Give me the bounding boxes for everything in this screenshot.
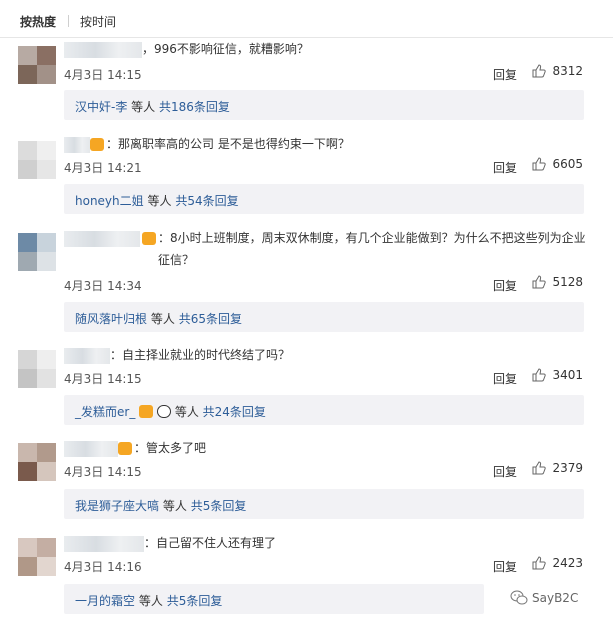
- username-blurred[interactable]: [64, 137, 90, 153]
- like-button[interactable]: 2423: [532, 556, 583, 570]
- reply-mid: 等人: [162, 499, 187, 513]
- reply-button[interactable]: 回复: [493, 66, 517, 83]
- comment-text: ：自己留不住人还有理了: [144, 536, 277, 550]
- reply-summary[interactable]: honeyh二姐 等人 共54条回复: [64, 184, 584, 214]
- like-button[interactable]: 6605: [532, 157, 583, 171]
- reply-user[interactable]: 汉中奸-李: [75, 100, 127, 114]
- comment-text: ，996不影响征信，就糟影响？: [142, 42, 309, 56]
- reply-user[interactable]: honeyh二姐: [75, 194, 144, 208]
- thumbs-up-icon: [532, 368, 547, 382]
- thumbs-up-icon: [532, 157, 547, 171]
- like-button[interactable]: 3401: [532, 368, 583, 382]
- reply-summary[interactable]: 随风落叶归根 等人 共65条回复: [64, 302, 584, 332]
- comment-time: 4月3日 14:15: [64, 465, 142, 479]
- comment-time: 4月3日 14:15: [64, 68, 142, 82]
- reply-mid: 等人: [131, 100, 156, 114]
- reply-summary[interactable]: _发糕而er_ 等人 共24条回复: [64, 395, 584, 425]
- reply-count[interactable]: 共186条回复: [159, 100, 230, 114]
- like-button[interactable]: 2379: [532, 461, 583, 475]
- username-blurred[interactable]: [64, 231, 140, 247]
- like-button[interactable]: 8312: [532, 64, 583, 78]
- comment-text: ：自主择业就业的时代终结了吗？: [110, 348, 291, 362]
- like-count: 2379: [552, 461, 583, 475]
- avatar[interactable]: [18, 538, 56, 576]
- thumbs-up-icon: [532, 64, 547, 78]
- like-count: 5128: [552, 275, 583, 289]
- reply-summary[interactable]: 一月的霜空 等人 共5条回复: [64, 584, 484, 614]
- comment-time: 4月3日 14:15: [64, 372, 142, 386]
- reply-user[interactable]: 我是狮子座大嗃: [75, 499, 159, 513]
- like-count: 6605: [552, 157, 583, 171]
- reply-user[interactable]: _发糕而er_: [75, 405, 135, 419]
- username-blurred[interactable]: [64, 536, 144, 552]
- comment-text: ：8小时上班制度，周末双休制度，有几个企业能做到？为什么不把这些列为企业征信？: [158, 231, 586, 267]
- thumbs-up-icon: [532, 275, 547, 289]
- comment-text: ：管太多了吧: [134, 441, 207, 455]
- sort-tabs: 按热度 按时间: [0, 0, 613, 38]
- reply-count[interactable]: 共5条回复: [191, 499, 247, 513]
- vip-badge-icon: [139, 405, 154, 418]
- comment-time: 4月3日 14:16: [64, 560, 142, 574]
- comment-time: 4月3日 14:21: [64, 161, 142, 175]
- reply-button[interactable]: 回复: [493, 370, 517, 387]
- reply-count[interactable]: 共54条回复: [175, 194, 238, 208]
- avatar[interactable]: [18, 233, 56, 271]
- avatar[interactable]: [18, 350, 56, 388]
- comment-text: ：那离职率高的公司 是不是也得约束一下啊？: [106, 137, 350, 151]
- username-blurred[interactable]: [64, 441, 118, 457]
- watermark-text: SayB2C: [532, 591, 579, 605]
- panda-icon: [156, 405, 171, 418]
- tab-by-popularity[interactable]: 按热度: [20, 13, 56, 30]
- like-button[interactable]: 5128: [532, 275, 583, 289]
- reply-summary[interactable]: 我是狮子座大嗃 等人 共5条回复: [64, 489, 584, 519]
- avatar[interactable]: [18, 443, 56, 481]
- wechat-icon: [510, 590, 528, 605]
- vip-badge-icon: [118, 442, 132, 455]
- reply-count[interactable]: 共24条回复: [203, 405, 266, 419]
- username-blurred[interactable]: [64, 42, 142, 58]
- tab-divider: [68, 15, 69, 27]
- reply-mid: 等人: [174, 405, 199, 419]
- username-blurred[interactable]: [64, 348, 110, 364]
- thumbs-up-icon: [532, 556, 547, 570]
- reply-mid: 等人: [150, 312, 175, 326]
- tab-by-time[interactable]: 按时间: [80, 13, 116, 30]
- vip-badge-icon: [90, 138, 104, 151]
- reply-mid: 等人: [138, 594, 163, 608]
- reply-button[interactable]: 回复: [493, 277, 517, 294]
- like-count: 8312: [552, 64, 583, 78]
- reply-count[interactable]: 共65条回复: [179, 312, 242, 326]
- reply-user[interactable]: 随风落叶归根: [75, 312, 147, 326]
- avatar[interactable]: [18, 46, 56, 84]
- thumbs-up-icon: [532, 461, 547, 475]
- reply-summary[interactable]: 汉中奸-李 等人 共186条回复: [64, 90, 584, 120]
- watermark: SayB2C: [510, 590, 578, 606]
- avatar[interactable]: [18, 141, 56, 179]
- vip-badge-icon: [142, 232, 156, 245]
- reply-button[interactable]: 回复: [493, 159, 517, 176]
- reply-user[interactable]: 一月的霜空: [75, 594, 135, 608]
- like-count: 2423: [552, 556, 583, 570]
- reply-mid: 等人: [147, 194, 172, 208]
- like-count: 3401: [552, 368, 583, 382]
- comment-time: 4月3日 14:34: [64, 279, 142, 293]
- reply-button[interactable]: 回复: [493, 463, 517, 480]
- reply-button[interactable]: 回复: [493, 558, 517, 575]
- reply-count[interactable]: 共5条回复: [167, 594, 223, 608]
